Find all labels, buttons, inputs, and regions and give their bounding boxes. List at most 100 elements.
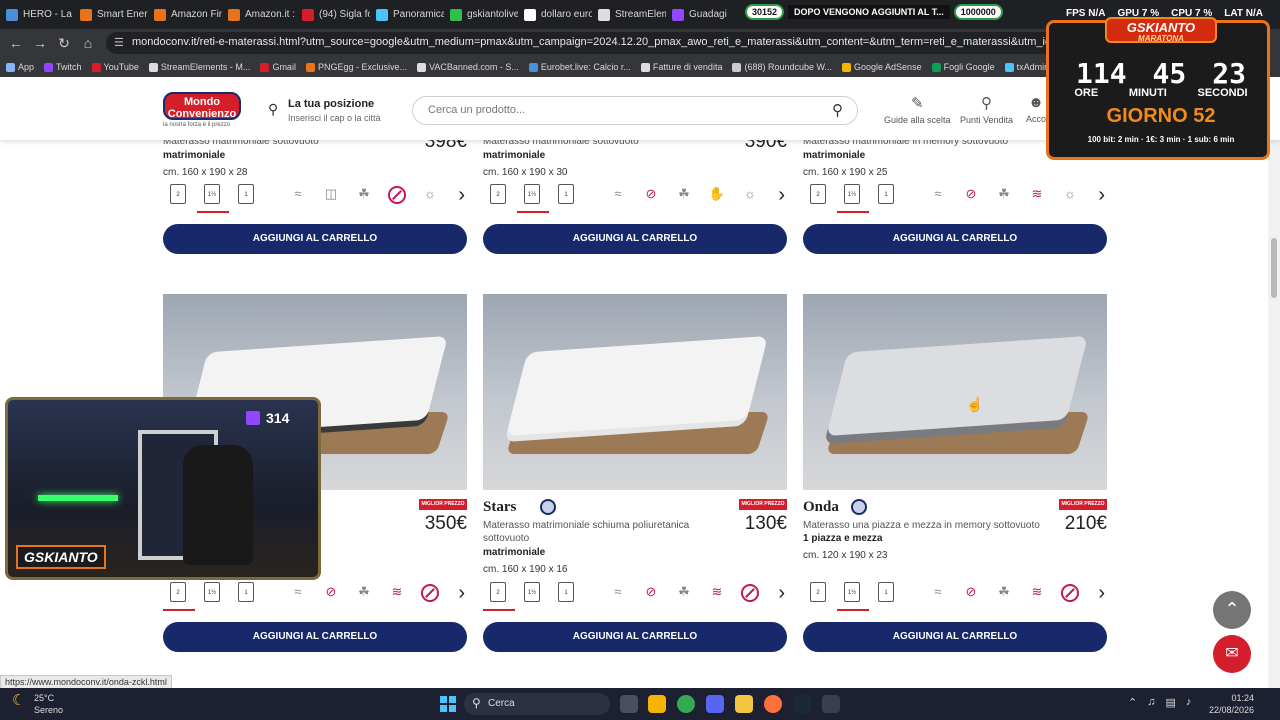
scrollbar-thumb[interactable]: [1271, 238, 1277, 298]
bookmark-item[interactable]: Google AdSense: [842, 62, 922, 72]
browser-tab[interactable]: dollaro euro: [518, 0, 592, 29]
scroll-to-top-button[interactable]: ⌃: [1213, 591, 1251, 629]
browser-tab[interactable]: (94) Sigla fo: [296, 0, 370, 29]
product-image[interactable]: [803, 294, 1107, 490]
product-image[interactable]: [483, 294, 787, 490]
reload-icon[interactable]: ↻: [52, 31, 76, 55]
chevron-right-icon[interactable]: ›: [1098, 582, 1105, 605]
size-option[interactable]: 1: [558, 184, 574, 204]
chat-button[interactable]: ✉: [1213, 635, 1251, 673]
size-option[interactable]: 1: [238, 184, 254, 204]
search-input[interactable]: Cerca un prodotto... ⚲: [412, 96, 858, 125]
calculator-icon[interactable]: [822, 695, 840, 713]
tab-label: (94) Sigla fo: [319, 9, 370, 20]
browser-tab[interactable]: Panoramica: [370, 0, 444, 29]
size-option[interactable]: 2: [810, 184, 826, 204]
bookmark-item[interactable]: txAdmin: [1004, 62, 1049, 72]
chevron-right-icon[interactable]: ›: [778, 582, 785, 605]
bookmark-item[interactable]: VACBanned.com - S...: [416, 62, 519, 72]
size-option[interactable]: 1½: [844, 582, 860, 602]
bookmark-label: PNGEgg - Exclusive...: [317, 62, 407, 72]
size-option[interactable]: 1: [558, 582, 574, 602]
bookmark-item[interactable]: Twitch: [44, 62, 82, 72]
browser-tab[interactable]: Amazon Fin: [148, 0, 222, 29]
stores-link[interactable]: ⚲ Punti Vendita: [960, 94, 1013, 125]
site-info-icon[interactable]: ☰: [114, 36, 124, 49]
size-option[interactable]: 1½: [844, 184, 860, 204]
spiral-icon: ☼: [424, 186, 436, 201]
selected-size-underline: [517, 211, 549, 213]
bookmark-item[interactable]: YouTube: [91, 62, 139, 72]
task-view-icon[interactable]: [620, 695, 638, 713]
browser-tab[interactable]: Smart Energ: [74, 0, 148, 29]
page-scrollbar[interactable]: [1268, 78, 1280, 688]
weather-widget[interactable]: ☾ 25°C Sereno: [12, 692, 63, 716]
size-option[interactable]: 1½: [524, 184, 540, 204]
heat-icon: ≋: [391, 584, 403, 599]
no-spring-icon: ⊘: [645, 186, 657, 201]
add-to-cart-button[interactable]: AGGIUNGI AL CARRELLO: [163, 224, 467, 254]
back-icon[interactable]: ←: [4, 31, 28, 55]
url-input[interactable]: ☰ mondoconv.it/reti-e-materassi.html?utm…: [106, 32, 1066, 54]
size-option[interactable]: 1: [878, 582, 894, 602]
firefox-icon[interactable]: [764, 695, 782, 713]
guides-link[interactable]: ✎ Guide alla scelta: [884, 94, 951, 125]
size-option[interactable]: 2: [170, 184, 186, 204]
store-icon[interactable]: [648, 695, 666, 713]
browser-tab[interactable]: StreamElem: [592, 0, 666, 29]
bookmark-item[interactable]: Eurobet.live: Calcio r...: [528, 62, 631, 72]
browser-tab[interactable]: Guadagi: [666, 0, 740, 29]
size-option[interactable]: 2: [170, 582, 186, 602]
size-option[interactable]: 1: [238, 582, 254, 602]
volume-icon[interactable]: ♪: [1186, 696, 1192, 709]
taskbar-search[interactable]: ⚲ Cerca: [464, 693, 610, 715]
bookmark-item[interactable]: Gmail: [260, 62, 296, 72]
chevron-up-icon[interactable]: ⌃: [1128, 696, 1137, 709]
size-option[interactable]: 2: [490, 184, 506, 204]
bookmark-item[interactable]: (688) Roundcube W...: [732, 62, 832, 72]
steam-icon[interactable]: [793, 695, 811, 713]
browser-tab[interactable]: Amazon.it :: [222, 0, 296, 29]
bookmark-item[interactable]: Fogli Google: [931, 62, 995, 72]
add-to-cart-button[interactable]: AGGIUNGI AL CARRELLO: [803, 224, 1107, 254]
chevron-right-icon[interactable]: ›: [458, 582, 465, 605]
network-icon[interactable]: ▤: [1165, 696, 1175, 709]
add-to-cart-button[interactable]: AGGIUNGI AL CARRELLO: [163, 622, 467, 652]
windows-start-icon[interactable]: [440, 696, 456, 712]
search-icon[interactable]: ⚲: [832, 101, 843, 119]
size-option[interactable]: 2: [490, 582, 506, 602]
browser-tab[interactable]: gskiantolive: [444, 0, 518, 29]
chevron-right-icon[interactable]: ›: [778, 184, 785, 207]
size-option[interactable]: 1: [878, 184, 894, 204]
site-logo[interactable]: Mondo Convenienzo: [163, 92, 241, 120]
bookmark-item[interactable]: Fatture di vendita: [640, 62, 722, 72]
folder-icon[interactable]: [735, 695, 753, 713]
tree-icon: ☘: [678, 186, 690, 201]
add-to-cart-button[interactable]: AGGIUNGI AL CARRELLO: [483, 224, 787, 254]
add-to-cart-button[interactable]: AGGIUNGI AL CARRELLO: [803, 622, 1107, 652]
forward-icon[interactable]: →: [28, 31, 52, 55]
chrome-icon[interactable]: [677, 695, 695, 713]
bookmark-icon: [148, 62, 158, 72]
best-price-badge: MIGLIOR PREZZO: [739, 499, 787, 510]
no-spring-icon: ⊘: [965, 584, 977, 599]
size-option[interactable]: 2: [810, 582, 826, 602]
chevron-right-icon[interactable]: ›: [458, 184, 465, 207]
bookmark-item[interactable]: PNGEgg - Exclusive...: [305, 62, 407, 72]
home-icon[interactable]: ⌂: [76, 31, 100, 55]
product-size-type: matrimoniale: [483, 150, 546, 161]
clock[interactable]: 01:24 22/08/2026: [1208, 692, 1254, 716]
led-strip: [38, 495, 118, 501]
timer-seconds: 23: [1212, 57, 1246, 90]
browser-tab[interactable]: HERO - La p: [0, 0, 74, 29]
size-option[interactable]: 1½: [204, 184, 220, 204]
discord-icon[interactable]: [706, 695, 724, 713]
bookmark-item[interactable]: App: [6, 62, 34, 72]
bookmark-item[interactable]: StreamElements - M...: [148, 62, 250, 72]
size-option[interactable]: 1½: [524, 582, 540, 602]
add-to-cart-button[interactable]: AGGIUNGI AL CARRELLO: [483, 622, 787, 652]
chevron-right-icon[interactable]: ›: [1098, 184, 1105, 207]
account-link[interactable]: ☻ Acco: [1026, 94, 1046, 124]
microphone-icon[interactable]: ♫: [1147, 696, 1155, 709]
size-option[interactable]: 1½: [204, 582, 220, 602]
